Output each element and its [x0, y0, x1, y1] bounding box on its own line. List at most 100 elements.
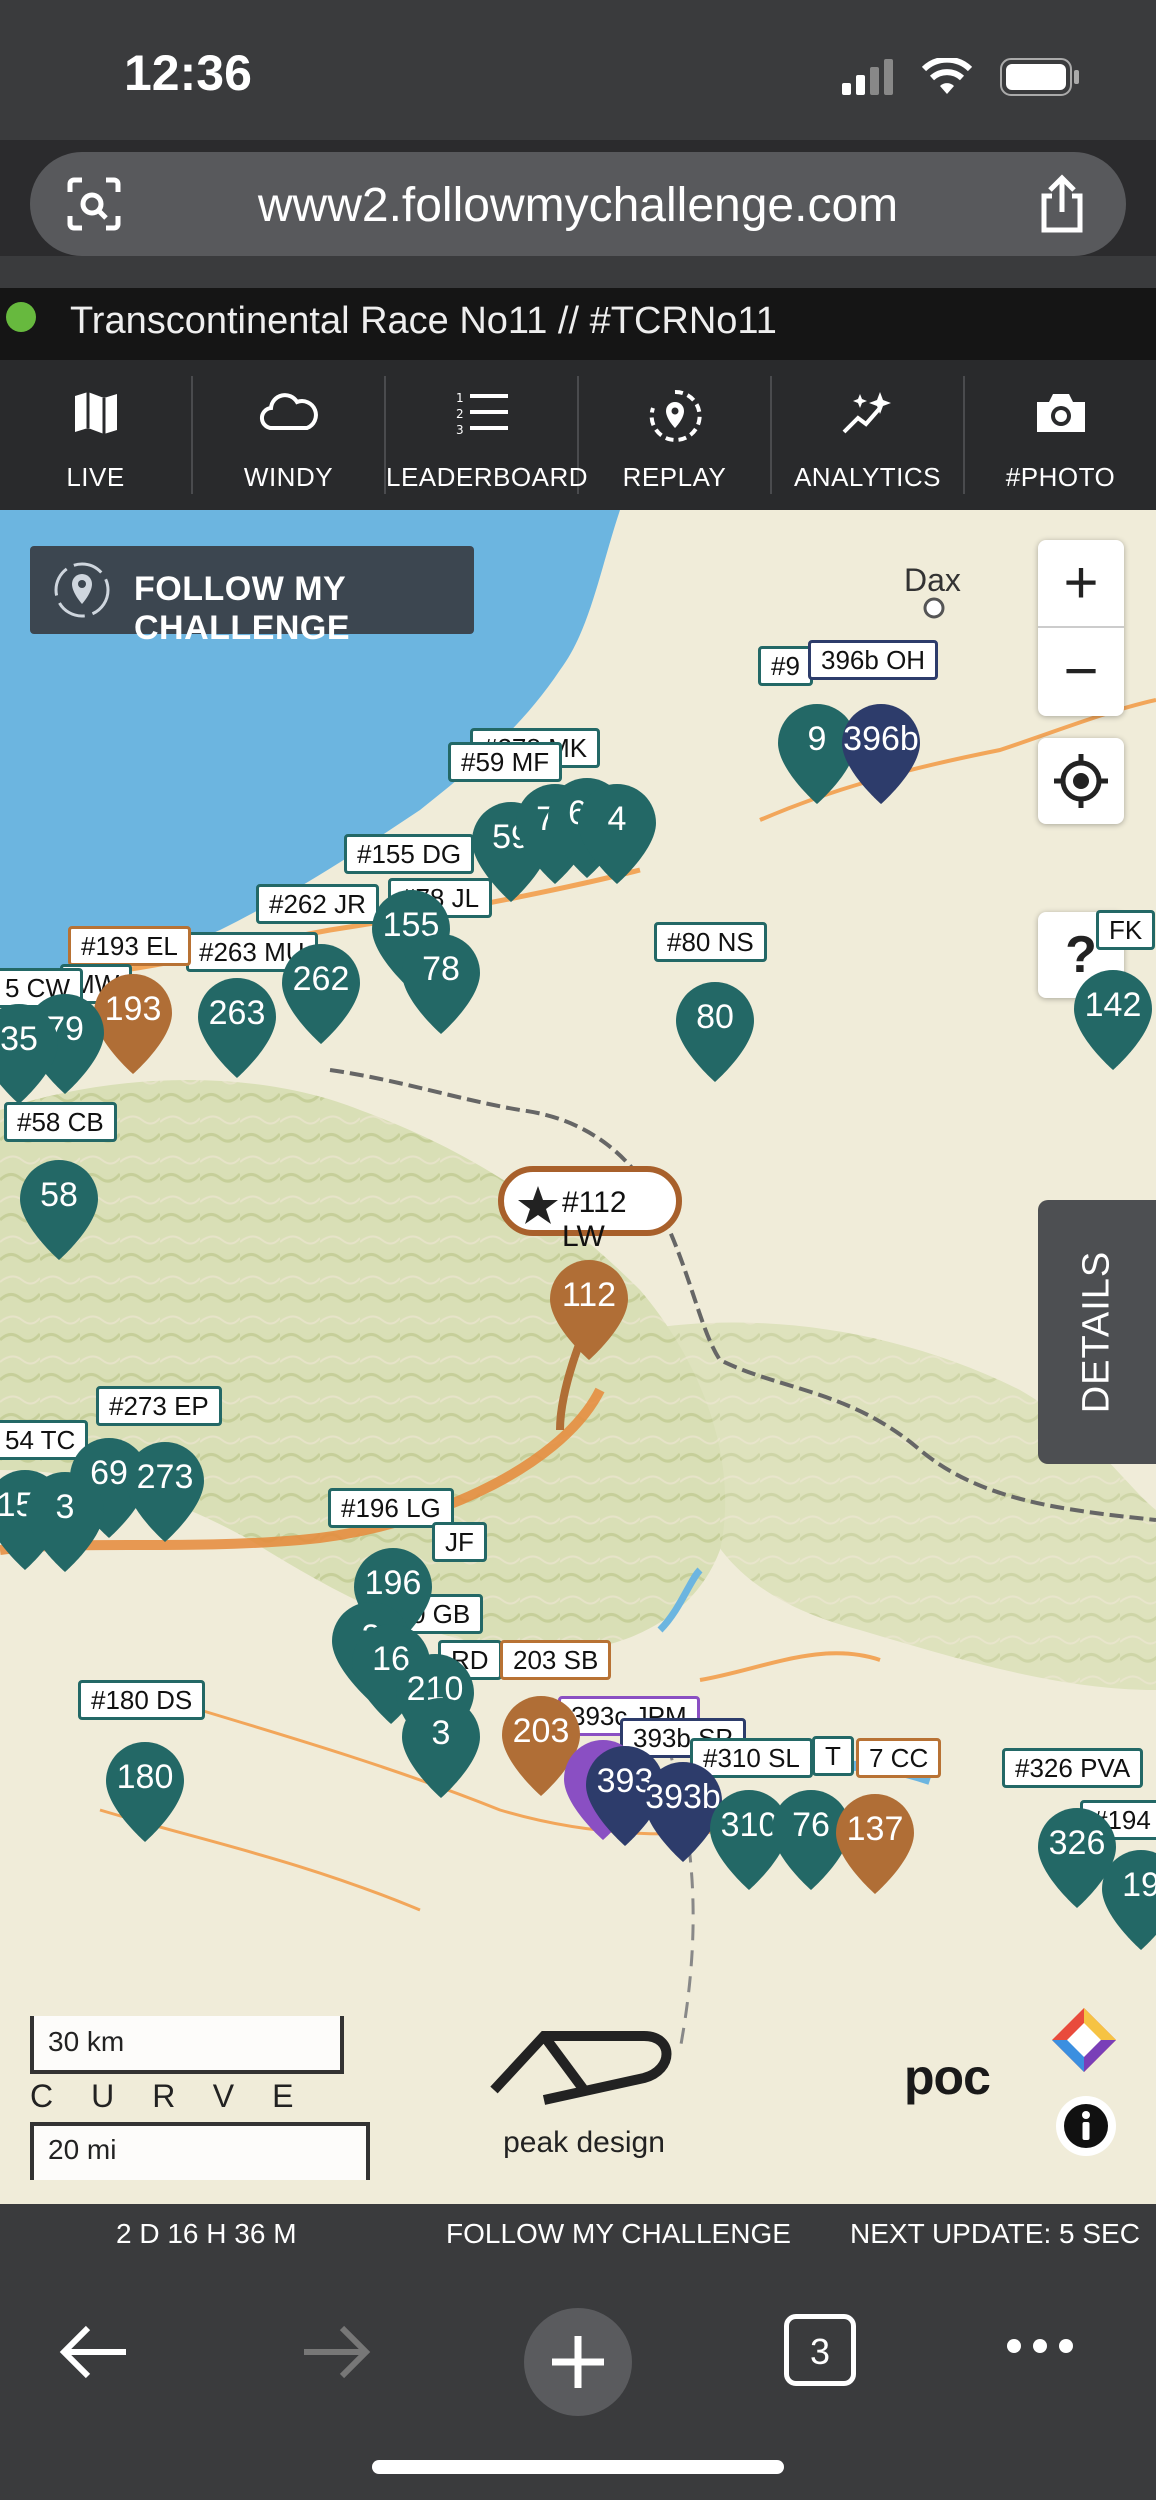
nav-live-label: LIVE: [66, 462, 125, 492]
nav-replay[interactable]: REPLAY: [579, 376, 772, 494]
rider-label[interactable]: 203 SB: [500, 1640, 612, 1680]
sponsor-poc: poc: [904, 2049, 991, 2105]
status-time: 12:36: [124, 45, 252, 101]
details-label: DETAILS: [1075, 1250, 1118, 1414]
main-nav: LIVE WINDY 1 2 3 LEADERBOARD REPLAY ANAL…: [0, 360, 1156, 510]
nav-leaderboard[interactable]: 1 2 3 LEADERBOARD: [386, 376, 588, 494]
svg-text:1: 1: [456, 391, 464, 405]
race-title: Transcontinental Race No11 // #TCRNo11: [70, 300, 777, 342]
rider-pin[interactable]: 262: [280, 942, 362, 1046]
zoom-in-button[interactable]: +: [1038, 540, 1124, 628]
tabs-button[interactable]: 3: [784, 2314, 856, 2386]
camera-icon: [1036, 394, 1085, 432]
signal-icon: [842, 59, 893, 95]
svg-text:3: 3: [456, 423, 464, 437]
highlighted-rider-label[interactable]: #112 LW: [498, 1166, 682, 1253]
follow-my-challenge-logo[interactable]: FOLLOW MY CHALLENGE: [30, 546, 474, 647]
rider-pin[interactable]: 80: [674, 980, 756, 1084]
nav-windy[interactable]: WINDY: [193, 376, 386, 494]
rider-pin[interactable]: 3: [400, 1696, 482, 1800]
nav-photo[interactable]: #PHOTO: [965, 376, 1156, 494]
rider-label[interactable]: T: [812, 1736, 854, 1776]
share-icon[interactable]: [1036, 174, 1088, 239]
more-menu-button[interactable]: [1004, 2334, 1076, 2363]
peak-design-logo-icon: [490, 2031, 672, 2105]
location-pin-icon: [54, 562, 110, 618]
more-dots-icon: [1007, 2339, 1073, 2353]
live-status-dot: [6, 302, 36, 332]
rider-label[interactable]: #326 PVA: [1002, 1748, 1144, 1788]
rider-label[interactable]: #80 NS: [654, 922, 767, 962]
nav-live[interactable]: LIVE: [0, 376, 193, 494]
rider-pin[interactable]: 273: [124, 1440, 206, 1544]
scale-km: 30 km: [30, 2016, 344, 2074]
rider-pin[interactable]: 35: [0, 1002, 60, 1106]
home-indicator[interactable]: [372, 2460, 784, 2474]
battery-icon: [1000, 58, 1079, 96]
nav-replay-label: REPLAY: [622, 462, 727, 492]
nav-analytics[interactable]: ANALYTICS: [772, 376, 965, 494]
svg-text:2: 2: [456, 407, 464, 421]
status-bar: 12:36: [0, 0, 1156, 140]
rider-pin[interactable]: 19: [1100, 1848, 1156, 1952]
zoom-out-button[interactable]: −: [1038, 628, 1124, 716]
nav-photo-label: #PHOTO: [1005, 462, 1116, 492]
zoom-control: + −: [1038, 540, 1124, 716]
scale-mi: 20 mi: [30, 2122, 370, 2180]
plus-icon: [524, 2308, 632, 2416]
arrow-right-icon: [304, 2325, 371, 2379]
rider-pin[interactable]: 3: [24, 1470, 106, 1574]
star-icon: [518, 1186, 558, 1224]
sponsor-peak-design: peak design: [484, 2030, 684, 2159]
rider-label[interactable]: #193 EL: [68, 926, 191, 966]
back-button[interactable]: [58, 2324, 130, 2385]
rider-pin[interactable]: 78: [400, 932, 482, 1036]
rider-label[interactable]: #155 DG: [344, 834, 475, 874]
info-icon: [1064, 2104, 1108, 2148]
rider-label[interactable]: 396b OH: [808, 640, 939, 680]
rider-pin[interactable]: 112: [548, 1258, 630, 1362]
elapsed-time: 2 D 16 H 36 M: [116, 2218, 297, 2249]
forward-button[interactable]: [300, 2324, 372, 2385]
rider-label[interactable]: JF: [432, 1522, 487, 1562]
rider-pin[interactable]: 180: [104, 1740, 186, 1844]
rider-label[interactable]: #273 EP: [96, 1386, 222, 1426]
rider-label[interactable]: #58 CB: [4, 1102, 117, 1142]
details-tab[interactable]: DETAILS: [1038, 1200, 1156, 1464]
mapbox-logo-icon[interactable]: [1048, 2004, 1120, 2081]
list-icon: 1 2 3: [456, 391, 508, 437]
rider-pin[interactable]: 263: [196, 976, 278, 1080]
cloud-icon: [259, 393, 318, 431]
next-update: NEXT UPDATE: 5 SEC: [850, 2218, 1140, 2249]
logo-text: FOLLOW MY CHALLENGE: [134, 570, 351, 647]
footer-brand: FOLLOW MY CHALLENGE: [446, 2218, 791, 2249]
replay-icon: [649, 389, 702, 442]
rider-label[interactable]: #180 DS: [78, 1680, 206, 1720]
status-icons: [842, 58, 1080, 96]
map-view[interactable]: Dax FOLLOW MY CHALLENGE + − ? DETAILS #2…: [0, 510, 1156, 2204]
crosshair-icon: [1054, 754, 1108, 808]
address-bar[interactable]: www2.followmychallenge.com: [30, 152, 1126, 256]
url-text: www2.followmychallenge.com: [257, 179, 899, 232]
race-title-bar: Transcontinental Race No11 // #TCRNo11: [0, 288, 1156, 360]
rider-label[interactable]: FK: [1096, 910, 1156, 950]
rider-pin[interactable]: 396b: [840, 702, 922, 806]
nav-windy-label: WINDY: [243, 462, 334, 492]
sponsor-curve: CURVE: [30, 2078, 332, 2114]
tab-count: 3: [809, 2331, 831, 2372]
rider-pin[interactable]: 58: [18, 1158, 100, 1262]
highlighted-rider-text: #112 LW: [562, 1186, 627, 1253]
city-label-dax: Dax: [904, 562, 961, 598]
peak-design-text: peak design: [503, 2126, 665, 2159]
rider-label[interactable]: #9: [758, 646, 813, 686]
info-button[interactable]: [1056, 2096, 1116, 2156]
rider-label[interactable]: #262 JR: [256, 884, 379, 924]
rider-pin[interactable]: 137: [834, 1792, 916, 1896]
new-tab-button[interactable]: [524, 2308, 632, 2421]
locate-button[interactable]: [1038, 738, 1124, 824]
rider-label[interactable]: 7 CC: [856, 1738, 942, 1778]
rider-pin[interactable]: 142: [1072, 968, 1154, 1072]
browser-chrome-spacer: [0, 256, 1156, 288]
wifi-icon: [922, 58, 972, 94]
rider-pin[interactable]: 4: [576, 782, 658, 886]
